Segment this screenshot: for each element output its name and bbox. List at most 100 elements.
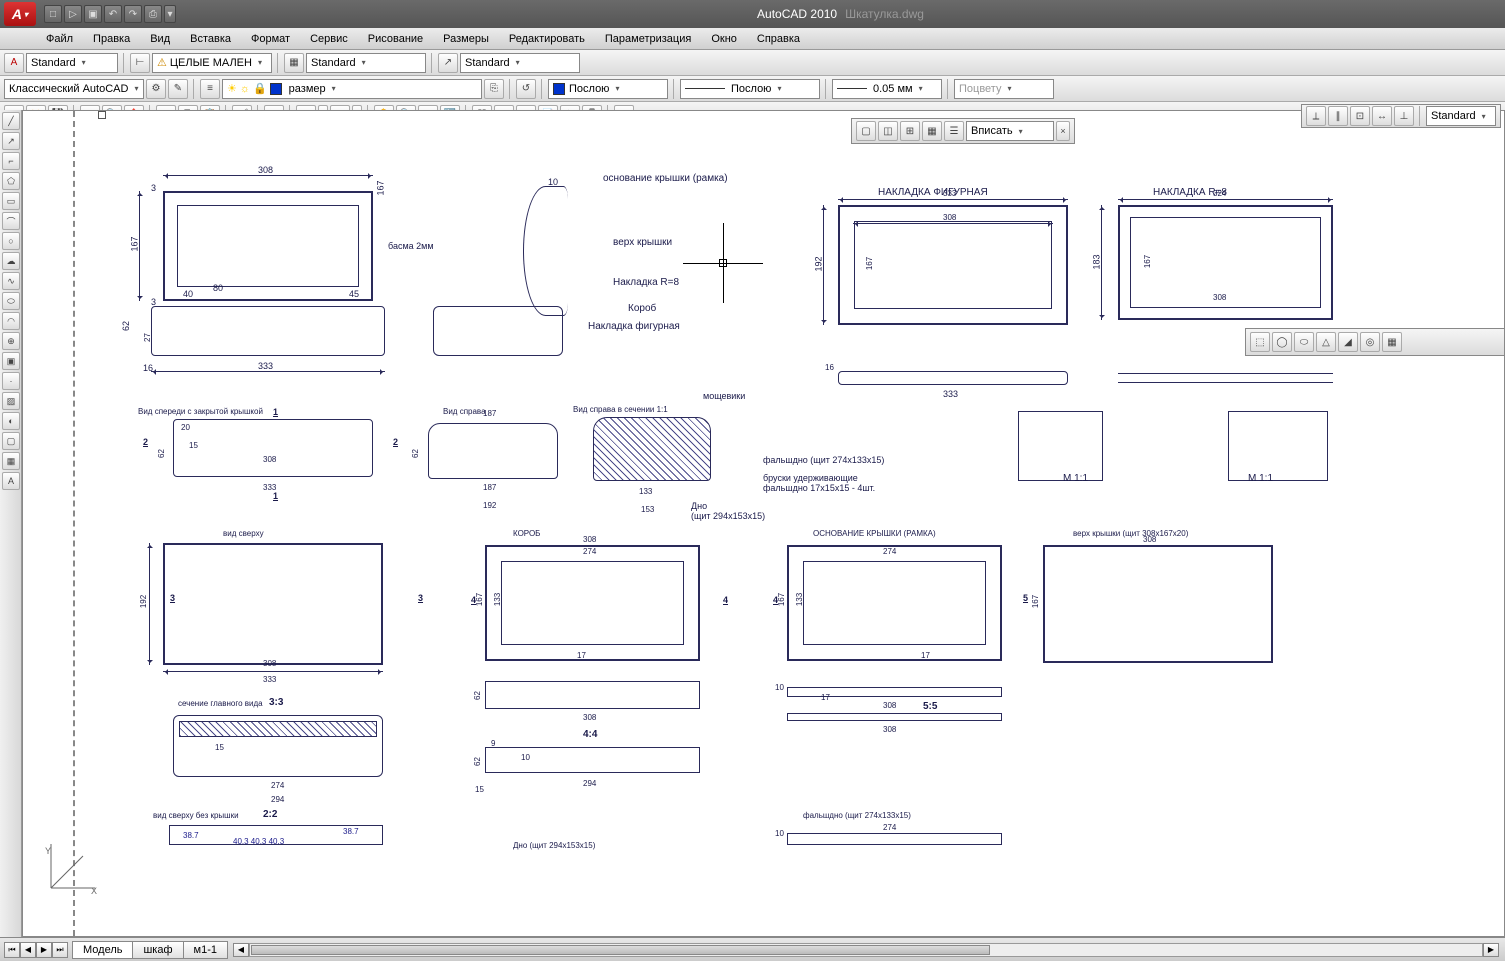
- menu-window[interactable]: Окно: [701, 30, 747, 48]
- tab-next-icon[interactable]: ▶: [36, 942, 52, 958]
- region-icon[interactable]: ▢: [2, 432, 20, 450]
- app-menu-button[interactable]: A: [4, 2, 36, 26]
- textstyle-icon[interactable]: A: [4, 53, 24, 73]
- qat-save[interactable]: ▣: [84, 5, 102, 23]
- pal-torus-icon[interactable]: ◎: [1360, 332, 1380, 352]
- dim-387b: 38.7: [343, 827, 359, 836]
- xline-icon[interactable]: ↗: [2, 132, 20, 150]
- tab-layout2[interactable]: м1-1: [183, 941, 228, 959]
- line-icon[interactable]: ╱: [2, 112, 20, 130]
- ellipse-icon[interactable]: ⬭: [2, 292, 20, 310]
- pal-wedge-icon[interactable]: ◢: [1338, 332, 1358, 352]
- gradient-icon[interactable]: ◐: [2, 412, 20, 430]
- qat-redo[interactable]: ↷: [124, 5, 142, 23]
- tab-first-icon[interactable]: ⏮: [4, 942, 20, 958]
- hatch-icon[interactable]: ▨: [2, 392, 20, 410]
- rectangle-icon[interactable]: ▭: [2, 192, 20, 210]
- arrow-3b: 3: [418, 593, 423, 603]
- dim-333b: 333: [943, 189, 956, 198]
- pal-more-icon[interactable]: ▦: [1382, 332, 1402, 352]
- circle-icon[interactable]: ○: [2, 232, 20, 250]
- dim-153: 153: [641, 505, 654, 514]
- makeblock-icon[interactable]: ▣: [2, 352, 20, 370]
- vp-fit-combo[interactable]: Вписать: [966, 121, 1054, 141]
- constr-icon4[interactable]: ↔: [1372, 106, 1392, 126]
- qat-dropdown[interactable]: ▾: [164, 5, 176, 23]
- hscroll-thumb[interactable]: [251, 945, 990, 955]
- constr-icon5[interactable]: ⊥: [1394, 106, 1414, 126]
- mleader-icon[interactable]: ↗: [438, 53, 458, 73]
- workspace-combo[interactable]: Классический AutoCAD: [4, 79, 144, 99]
- tablestyle-combo[interactable]: Standard: [306, 53, 426, 73]
- menu-draw[interactable]: Рисование: [358, 30, 433, 48]
- table-icon[interactable]: ▦: [2, 452, 20, 470]
- korob-sec: [485, 681, 700, 709]
- pal-cyl-icon[interactable]: ⬭: [1294, 332, 1314, 352]
- tab-layout1[interactable]: шкаф: [132, 941, 183, 959]
- vp-named-icon[interactable]: ☰: [944, 121, 964, 141]
- menu-tools[interactable]: Сервис: [300, 30, 358, 48]
- linetype-combo[interactable]: Послою: [680, 79, 820, 99]
- mtext-icon[interactable]: A: [2, 472, 20, 490]
- workspace-settings-icon[interactable]: ⚙: [146, 79, 166, 99]
- hscroll-track[interactable]: [249, 943, 1483, 957]
- pal-cone-icon[interactable]: △: [1316, 332, 1336, 352]
- hscroll-right-icon[interactable]: ▶: [1483, 943, 1499, 957]
- layer-manager-icon[interactable]: ≡: [200, 79, 220, 99]
- layer-states-icon[interactable]: ⎘: [484, 79, 504, 99]
- menu-format[interactable]: Формат: [241, 30, 300, 48]
- textstyle-combo[interactable]: Standard: [26, 53, 118, 73]
- menu-help[interactable]: Справка: [747, 30, 810, 48]
- tab-model[interactable]: Модель: [72, 941, 133, 959]
- point-icon[interactable]: ·: [2, 372, 20, 390]
- pline-icon[interactable]: ⌐: [2, 152, 20, 170]
- spline-icon[interactable]: ∿: [2, 272, 20, 290]
- constr-icon1[interactable]: ⟂: [1306, 106, 1326, 126]
- menu-parametric[interactable]: Параметризация: [595, 30, 701, 48]
- hscroll-left-icon[interactable]: ◀: [233, 943, 249, 957]
- ellipsearc-icon[interactable]: ◠: [2, 312, 20, 330]
- workspace-save-icon[interactable]: ✎: [168, 79, 188, 99]
- qat-new[interactable]: □: [44, 5, 62, 23]
- tablestyle-icon[interactable]: ▦: [284, 53, 304, 73]
- constr-icon3[interactable]: ⊡: [1350, 106, 1370, 126]
- menu-insert[interactable]: Вставка: [180, 30, 241, 48]
- arrow-4b: 4: [723, 595, 728, 605]
- plotstyle-combo[interactable]: Поцвету: [954, 79, 1054, 99]
- pal-sphere-icon[interactable]: ◯: [1272, 332, 1292, 352]
- canvas[interactable]: 308 167 333 басма 2мм 80 40 45 62 16 27 …: [23, 111, 1504, 936]
- dim-167r8: 167: [1143, 255, 1152, 268]
- color-combo[interactable]: Послою: [548, 79, 668, 99]
- vp-four-icon[interactable]: ▦: [922, 121, 942, 141]
- layer-previous-icon[interactable]: ↺: [516, 79, 536, 99]
- menu-edit[interactable]: Правка: [83, 30, 140, 48]
- polygon-icon[interactable]: ⬠: [2, 172, 20, 190]
- tab-prev-icon[interactable]: ◀: [20, 942, 36, 958]
- constr-icon2[interactable]: ∥: [1328, 106, 1348, 126]
- vp-single-icon[interactable]: ▢: [856, 121, 876, 141]
- qat-open[interactable]: ▷: [64, 5, 82, 23]
- menu-dimension[interactable]: Размеры: [433, 30, 499, 48]
- drawing-area[interactable]: 308 167 333 басма 2мм 80 40 45 62 16 27 …: [22, 110, 1505, 937]
- dimstyle-combo[interactable]: ⚠ЦЕЛЫЕ МАЛЕН: [152, 53, 272, 73]
- pal-cube-icon[interactable]: ⬚: [1250, 332, 1270, 352]
- vp-close-icon[interactable]: ×: [1056, 121, 1070, 141]
- vp-two-icon[interactable]: ◫: [878, 121, 898, 141]
- qat-undo[interactable]: ↶: [104, 5, 122, 23]
- qat-print[interactable]: ⎙: [144, 5, 162, 23]
- vp-three-icon[interactable]: ⊞: [900, 121, 920, 141]
- lineweight-combo[interactable]: 0.05 мм: [832, 79, 942, 99]
- tab-last-icon[interactable]: ⏭: [52, 942, 68, 958]
- layer-combo[interactable]: ☀☼🔒размер: [222, 79, 482, 99]
- menu-modify[interactable]: Редактировать: [499, 30, 595, 48]
- dim-274k: 274: [583, 547, 596, 556]
- menu-file[interactable]: Файл: [36, 30, 83, 48]
- label-dno: Дно (щит 294х153х15): [691, 501, 765, 521]
- insert-icon[interactable]: ⊕: [2, 332, 20, 350]
- arc-icon[interactable]: ⌒: [2, 212, 20, 230]
- mleader-combo[interactable]: Standard: [460, 53, 580, 73]
- revcloud-icon[interactable]: ☁: [2, 252, 20, 270]
- annotation-combo[interactable]: Standard: [1426, 106, 1496, 126]
- menu-view[interactable]: Вид: [140, 30, 180, 48]
- dimstyle-icon[interactable]: ⊢: [130, 53, 150, 73]
